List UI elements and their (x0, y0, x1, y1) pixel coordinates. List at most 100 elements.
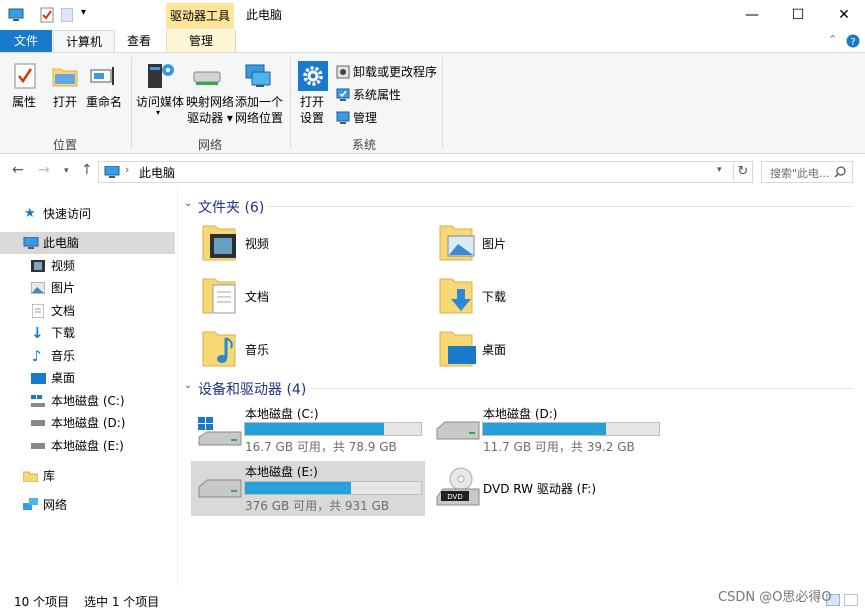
sidebar-item-label: 此电脑 (43, 236, 80, 250)
sidebar-item-this-pc[interactable]: 此电脑 (0, 232, 175, 254)
close-button[interactable]: ✕ (821, 0, 865, 30)
tab-view[interactable]: 查看 (114, 30, 164, 52)
folder-documents[interactable]: 文档 (201, 275, 421, 317)
desktop-icon (31, 373, 46, 384)
pane-divider[interactable] (177, 186, 178, 586)
access-media-dropdown-icon[interactable]: ▾ (156, 108, 160, 117)
sidebar-item-network[interactable]: 网络 (0, 494, 175, 516)
folders-section-header[interactable]: 文件夹 (6) (198, 197, 264, 217)
drive-f[interactable]: DVD DVD RW 驱动器 (F:) (433, 463, 665, 513)
properties-quick-icon[interactable] (40, 7, 54, 23)
new-folder-quick-icon[interactable] (61, 8, 73, 22)
folder-videos[interactable]: 视频 (201, 222, 421, 264)
folder-music[interactable]: 音乐 (201, 328, 421, 370)
add-network-location-icon[interactable] (244, 63, 272, 89)
sidebar-item-videos[interactable]: 视频 (0, 255, 175, 277)
folder-label: 文档 (245, 290, 270, 304)
customize-quick-access-icon[interactable]: ▾ (81, 7, 86, 18)
drive-d[interactable]: 本地磁盘 (D:) 11.7 GB 可用，共 39.2 GB (433, 403, 665, 458)
folder-downloads[interactable]: 下载 (438, 275, 658, 317)
hard-drive-icon (31, 443, 45, 449)
tab-manage[interactable]: 管理 (166, 30, 236, 52)
drive-usage-bar (244, 422, 422, 436)
access-media-icon[interactable] (146, 60, 176, 90)
search-box[interactable]: 搜索"此电... (761, 161, 853, 183)
map-drive-button[interactable]: 映射网络 驱动器 ▾ (186, 94, 234, 126)
sidebar-item-label: 视频 (51, 259, 76, 273)
help-icon[interactable]: ? (846, 34, 860, 48)
folder-desktop[interactable]: 桌面 (438, 328, 658, 370)
maximize-button[interactable]: ☐ (775, 0, 821, 30)
drive-e[interactable]: 本地磁盘 (E:) 376 GB 可用，共 931 GB (191, 461, 425, 516)
sidebar-item-drive-e[interactable]: 本地磁盘 (E:) (0, 435, 175, 457)
drive-c[interactable]: 本地磁盘 (C:) 16.7 GB 可用，共 78.9 GB (195, 403, 427, 458)
properties-button[interactable]: 属性 (12, 94, 36, 110)
map-drive-label-line1: 映射网络 (186, 95, 235, 109)
sidebar-item-quick-access[interactable]: ★ 快速访问 (0, 203, 175, 225)
address-dropdown-icon[interactable]: ▾ (717, 165, 722, 175)
window-title: 此电脑 (246, 8, 283, 22)
collapse-chevron-icon[interactable]: ⌄ (184, 380, 192, 391)
sidebar-item-drive-c[interactable]: 本地磁盘 (C:) (0, 390, 175, 412)
manage-button[interactable]: 管理 (353, 110, 377, 126)
collapse-chevron-icon[interactable]: ⌄ (184, 198, 192, 209)
network-icon (23, 498, 38, 510)
uninstall-program-icon[interactable] (336, 65, 350, 79)
manage-computer-icon[interactable] (336, 111, 350, 125)
search-placeholder: 搜索"此电... (770, 167, 830, 180)
sidebar-item-downloads[interactable]: ↓ 下载 (0, 322, 175, 344)
map-network-drive-icon[interactable] (193, 67, 223, 87)
folder-pictures[interactable]: 图片 (438, 222, 658, 264)
sidebar-item-music[interactable]: ♪ 音乐 (0, 345, 175, 367)
pictures-folder-icon (439, 225, 475, 261)
sidebar-item-label: 库 (43, 469, 56, 483)
drive-tools-context-label: 驱动器工具 (166, 3, 234, 29)
sidebar-item-libraries[interactable]: 库 (0, 465, 175, 487)
sidebar-item-documents[interactable]: 文档 (0, 300, 175, 322)
group-location-label: 位置 (52, 138, 77, 152)
refresh-icon[interactable]: ↻ (733, 161, 753, 183)
recent-locations-chevron-icon[interactable]: ▾ (64, 166, 69, 176)
windows-drive-icon (31, 395, 45, 407)
sidebar-item-desktop[interactable]: 桌面 (0, 367, 175, 389)
sidebar-item-drive-d[interactable]: 本地磁盘 (D:) (0, 412, 175, 434)
devices-section-header[interactable]: 设备和驱动器 (4) (198, 379, 306, 399)
sidebar-item-label: 本地磁盘 (E:) (51, 439, 124, 453)
rename-icon[interactable] (90, 66, 118, 86)
open-settings-button[interactable]: 打开 设置 (300, 94, 324, 126)
group-system-label: 系统 (351, 138, 376, 152)
search-icon[interactable] (834, 166, 846, 178)
pictures-icon (31, 282, 45, 294)
up-arrow-icon[interactable]: ↑ (81, 162, 93, 178)
system-properties-button[interactable]: 系统属性 (353, 87, 401, 103)
forward-arrow-icon[interactable]: → (38, 162, 50, 178)
uninstall-program-button[interactable]: 卸载或更改程序 (353, 64, 437, 80)
rename-button[interactable]: 重命名 (86, 94, 122, 110)
open-button[interactable]: 打开 (53, 94, 77, 110)
system-properties-icon[interactable] (336, 88, 350, 102)
drive-name: DVD RW 驱动器 (F:) (483, 482, 597, 496)
breadcrumb-chevron-icon[interactable]: › (125, 163, 129, 176)
properties-icon[interactable] (14, 63, 36, 89)
sidebar-item-pictures[interactable]: 图片 (0, 277, 175, 299)
settings-gear-icon[interactable] (298, 61, 328, 91)
collapse-ribbon-icon[interactable]: ⌃ (828, 33, 837, 46)
address-bar[interactable]: › 此电脑 ▾ (98, 161, 734, 183)
tab-computer[interactable]: 计算机 (53, 30, 115, 53)
minimize-button[interactable]: — (729, 0, 775, 30)
drive-name: 本地磁盘 (D:) (483, 407, 558, 421)
open-folder-icon[interactable] (52, 65, 78, 87)
ribbon-separator (131, 57, 132, 149)
large-icons-view-icon[interactable] (844, 594, 858, 606)
drive-usage-bar (482, 422, 660, 436)
hard-drive-icon (198, 479, 242, 498)
folder-label: 桌面 (482, 343, 507, 357)
section-divider (268, 206, 852, 207)
add-location-label-line2: 网络位置 (235, 111, 284, 125)
title-bar: ▾ 驱动器工具 此电脑 — ☐ ✕ (0, 0, 865, 30)
add-network-location-button[interactable]: 添加一个 网络位置 (235, 94, 283, 126)
breadcrumb-this-pc[interactable]: 此电脑 (139, 164, 175, 181)
tab-file[interactable]: 文件 (0, 30, 52, 52)
dvd-drive-icon: DVD (436, 467, 480, 506)
back-arrow-icon[interactable]: ← (12, 162, 24, 178)
